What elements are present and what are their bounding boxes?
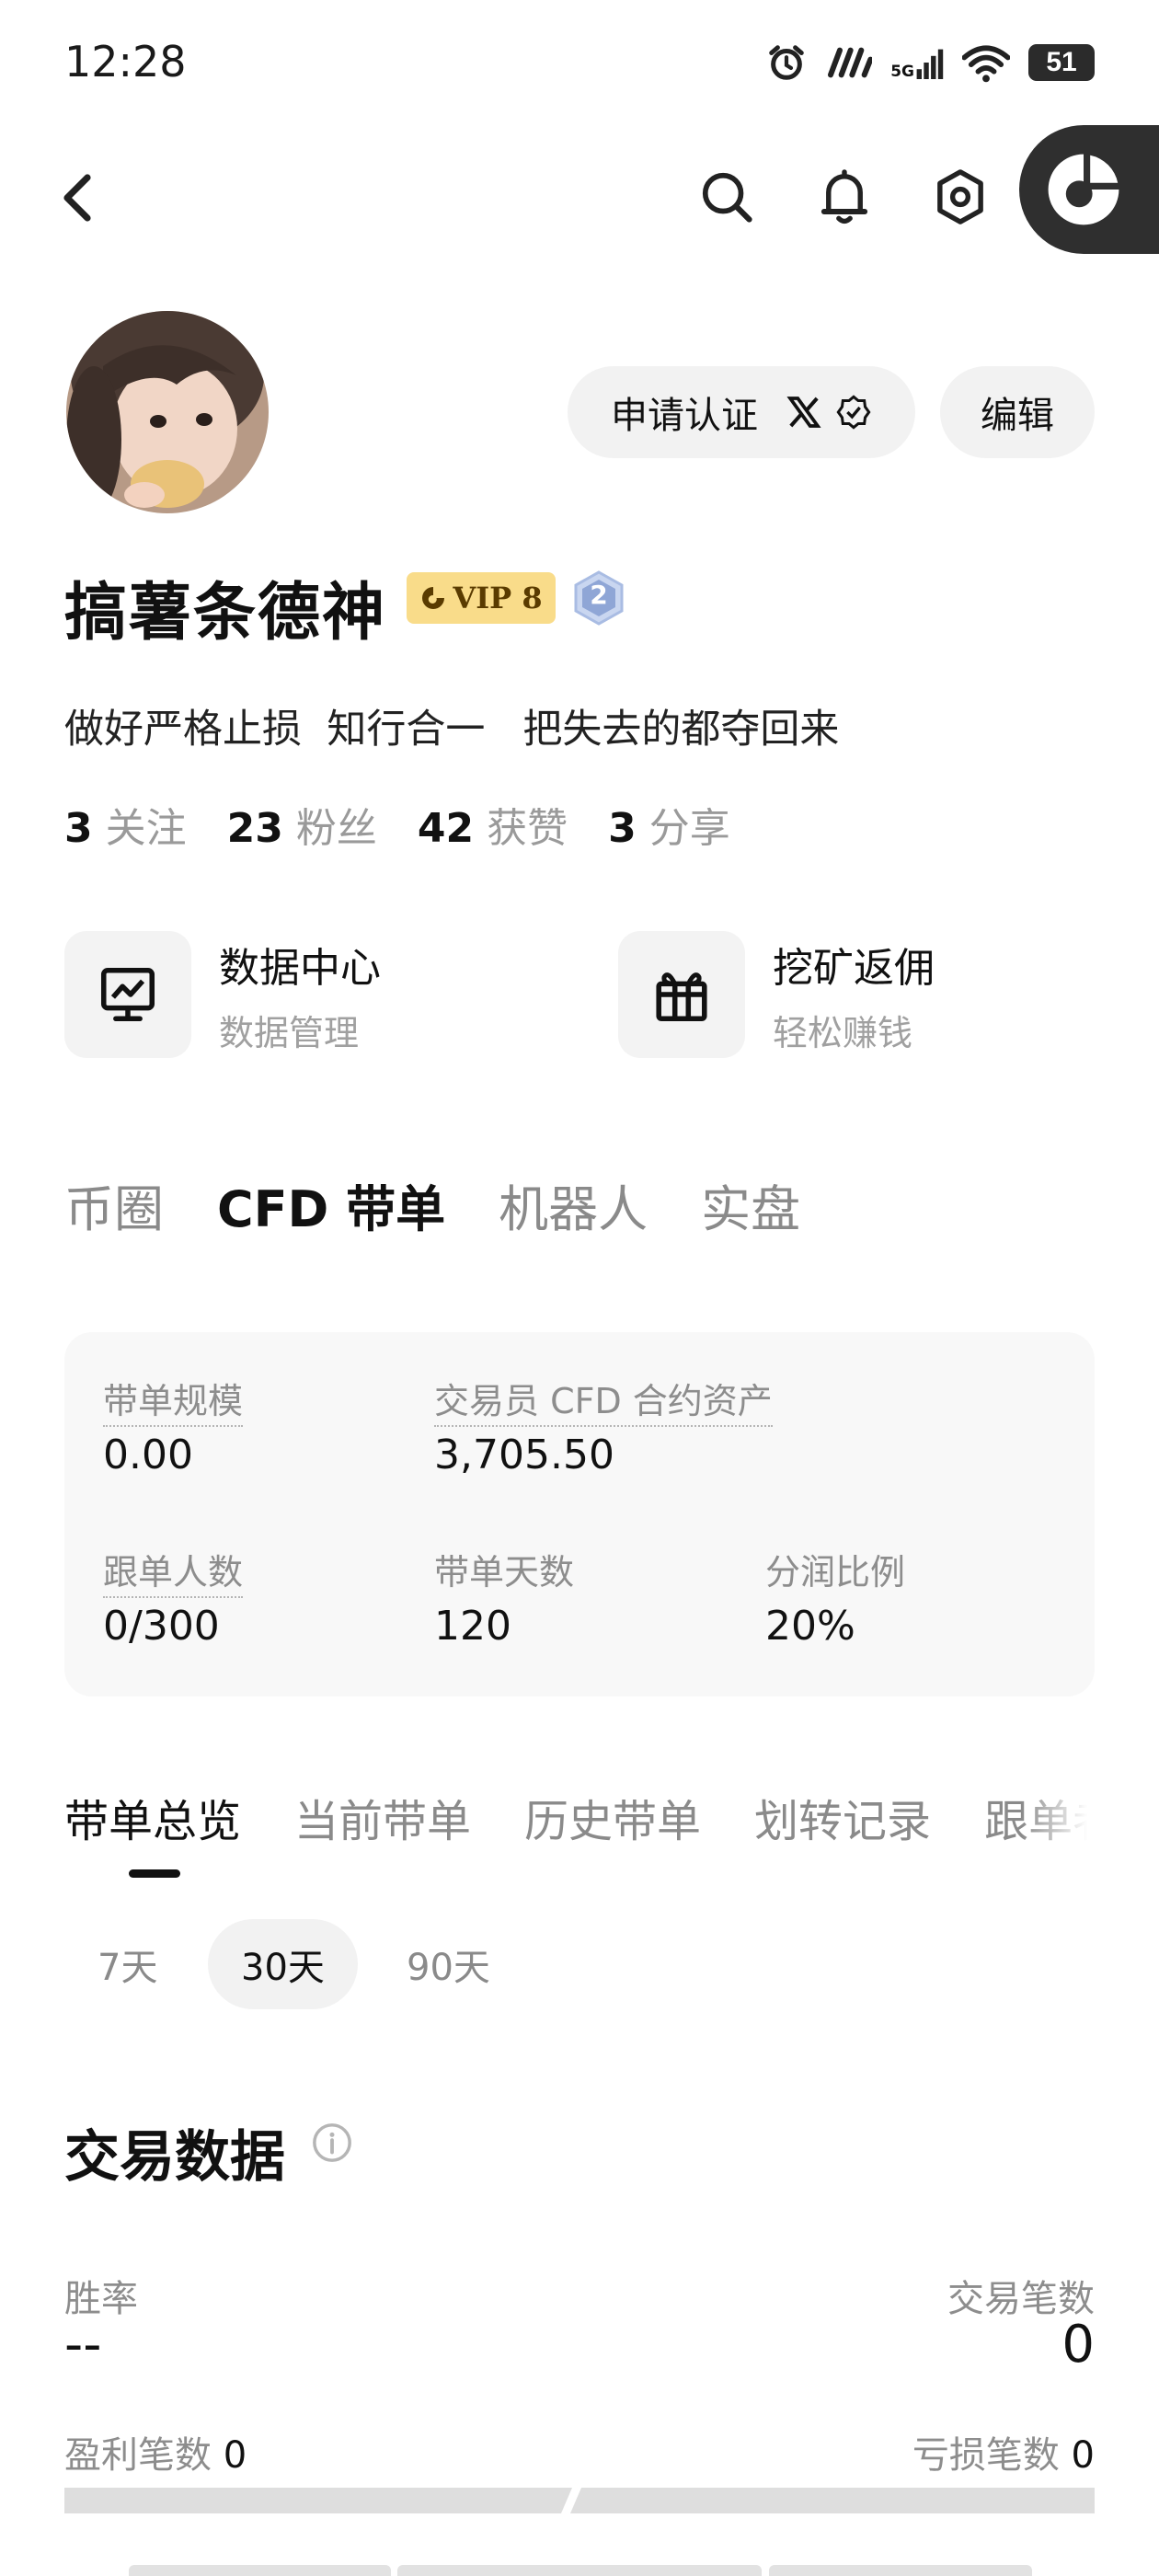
shortcut-title: 挖矿返佣 [773, 944, 935, 992]
cellular-5g-icon: 5G [890, 46, 944, 81]
stat-label: 获赞 [487, 805, 568, 852]
loss-count-label: 亏损笔数 [912, 2434, 1060, 2477]
hexagon-settings-icon [937, 169, 983, 224]
days-value: 120 [434, 1603, 511, 1650]
period-90d[interactable]: 90天 [373, 1919, 523, 2009]
floating-app-button[interactable] [1019, 125, 1159, 254]
copy-trading-summary-card: 带单规模 0.00 交易员 CFD 合约资产 3,705.50 跟单人数 0/3… [64, 1332, 1095, 1696]
tab-overview[interactable]: 带单总览 [64, 1785, 241, 1849]
stat-value: 3 [608, 805, 637, 852]
back-button[interactable] [46, 166, 110, 230]
vip-badge: VIP 8 [407, 572, 556, 624]
verified-badge-icon [836, 395, 871, 430]
edit-label: 编辑 [981, 395, 1054, 437]
tab-transfer-records[interactable]: 划转记录 [754, 1785, 931, 1849]
next-section-peek [129, 2565, 391, 2576]
level-badge[interactable]: 2 [572, 570, 625, 626]
stat-label: 粉丝 [295, 805, 377, 852]
wifi-icon [962, 45, 1010, 83]
data-center-shortcut[interactable]: 数据中心 数据管理 [64, 931, 381, 1058]
bio: 做好严格止损 知行合一 把失去的都夺回来 [64, 707, 840, 753]
next-section-peek [769, 2565, 1032, 2576]
period-7d[interactable]: 7天 [64, 1919, 190, 2009]
stat-value: 23 [226, 805, 283, 852]
shortcut-subtitle: 数据管理 [219, 1012, 360, 1053]
status-icons: 5G 51 [765, 37, 1095, 88]
stat-followers[interactable]: 23 粉丝 [227, 795, 377, 854]
data-center-icon-box [64, 931, 191, 1058]
tab-history-orders[interactable]: 历史带单 [524, 1785, 701, 1849]
stat-shares[interactable]: 3 分享 [608, 795, 730, 854]
profit-share-label: 分润比例 [765, 1552, 906, 1593]
username: 搞薯条德神 [64, 577, 387, 650]
avatar[interactable] [66, 311, 269, 513]
loss-bar [570, 2488, 1095, 2513]
social-stats: 3 关注 23 粉丝 42 获赞 3 分享 [64, 795, 730, 854]
network-label: 5G [890, 63, 914, 81]
vip-label: VIP 8 [453, 581, 543, 615]
win-loss-ratio-bar [64, 2488, 1095, 2513]
stat-value: 42 [417, 805, 475, 852]
status-time: 12:28 [64, 37, 187, 86]
trade-count-value: 0 [1061, 2315, 1095, 2375]
followers-value: 0/300 [103, 1603, 220, 1650]
back-chevron-icon [63, 174, 91, 222]
days-label: 带单天数 [434, 1552, 575, 1593]
mining-rebate-icon-box [618, 931, 745, 1058]
tab-bots[interactable]: 机器人 [499, 1168, 648, 1241]
profit-bar [64, 2488, 572, 2513]
stat-likes[interactable]: 42 获赞 [418, 795, 568, 854]
search-button[interactable] [692, 162, 762, 232]
next-section-peek [397, 2565, 762, 2576]
loss-count: 亏损笔数 0 [912, 2425, 1095, 2478]
profit-count-value: 0 [223, 2434, 247, 2477]
edit-profile-button[interactable]: 编辑 [940, 366, 1095, 458]
profit-count-label: 盈利笔数 [64, 2434, 212, 2477]
profit-share-value: 20% [765, 1603, 855, 1650]
trade-data-title: 交易数据 [64, 2125, 285, 2190]
tab-live-trading[interactable]: 实盘 [701, 1168, 800, 1241]
scale-value: 0.00 [103, 1432, 193, 1478]
signal-strength-icon [828, 47, 873, 78]
x-logo-icon [786, 397, 821, 428]
stat-label: 分享 [648, 805, 730, 852]
gift-icon [656, 972, 707, 1022]
notifications-button[interactable] [809, 162, 879, 232]
main-tabs: 币圈 CFD 带单 机器人 实盘 [64, 1168, 800, 1241]
assets-label[interactable]: 交易员 CFD 合约资产 [434, 1373, 773, 1427]
stat-value: 3 [64, 805, 93, 852]
apply-verification-button[interactable]: 申请认证 [568, 366, 915, 458]
battery-icon: 51 [1028, 44, 1095, 81]
info-icon[interactable] [311, 2122, 353, 2164]
stat-label: 关注 [105, 805, 187, 852]
tab-current-orders[interactable]: 当前带单 [294, 1785, 471, 1849]
period-30d[interactable]: 30天 [208, 1919, 358, 2009]
apply-verify-label: 申请认证 [611, 395, 758, 437]
shortcut-title: 数据中心 [219, 944, 381, 992]
bell-icon [820, 169, 868, 224]
search-icon [702, 172, 752, 223]
followers-label[interactable]: 跟单人数 [103, 1544, 244, 1598]
alarm-icon [769, 45, 804, 80]
level-number: 2 [590, 580, 608, 610]
tabs-fade-overlay [1021, 1776, 1104, 1849]
shortcut-subtitle: 轻松赚钱 [773, 1012, 913, 1053]
vip-logo-icon [422, 587, 445, 609]
profit-count: 盈利笔数 0 [64, 2425, 247, 2478]
assets-value: 3,705.50 [434, 1432, 614, 1478]
loss-count-value: 0 [1071, 2434, 1095, 2477]
app-logo-icon [1048, 154, 1119, 225]
settings-button[interactable] [925, 162, 995, 232]
stat-following[interactable]: 3 关注 [64, 795, 187, 854]
mining-rebate-shortcut[interactable]: 挖矿返佣 轻松赚钱 [618, 931, 935, 1058]
chart-monitor-icon [100, 967, 155, 1022]
tab-cfd-copy-trading[interactable]: CFD 带单 [217, 1168, 445, 1241]
tab-crypto[interactable]: 币圈 [64, 1168, 164, 1241]
scale-label[interactable]: 带单规模 [103, 1373, 244, 1427]
active-tab-indicator [129, 1869, 180, 1878]
win-rate-value: -- [64, 2315, 102, 2375]
sub-tabs: 带单总览 当前带单 历史带单 划转记录 跟单者 [64, 1785, 1095, 1849]
